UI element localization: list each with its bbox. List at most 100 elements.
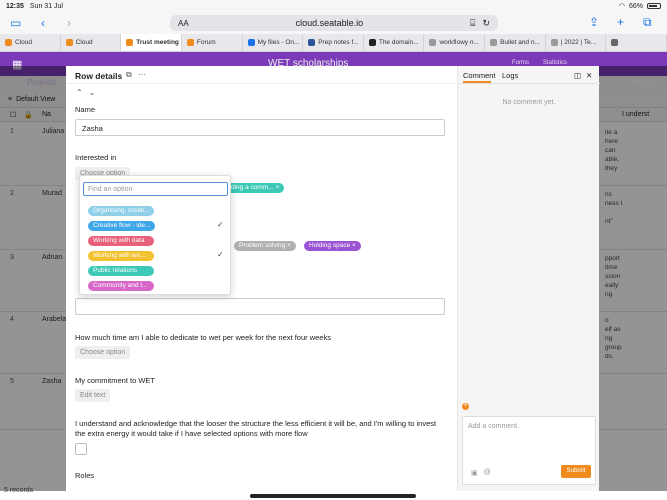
battery-percentage: 66% [628,2,643,10]
tab-favicon-icon [368,39,376,46]
dropdown-option[interactable]: Organising, creati... [80,204,230,218]
previous-row-icon[interactable]: ⌃ [76,88,89,97]
tab-favicon-icon [429,39,437,46]
dropdown-option[interactable]: Community and l... [80,279,230,293]
option-pill: Creative flow - ide... [88,221,156,231]
browser-tab[interactable]: The domain... [364,34,425,51]
tab-label: The domain... [378,39,419,46]
understand-checkbox[interactable] [75,443,87,455]
share-icon[interactable]: ⇪ [589,16,599,28]
dropdown-option[interactable]: Creative flow - ide... ✓ [80,219,230,233]
next-row-icon[interactable]: ⌄ [89,88,102,97]
browser-toolbar: ▭ ‹ › AA cloud.seatable.io ⌸ ↻ ⇪ + ⧉ [0,12,667,34]
split-view-icon[interactable]: ◫ [574,71,581,80]
tab-label: Cloud [75,39,93,46]
comment-panel-tabs: Comment Logs ◫ ✕ [458,66,600,84]
no-comment-text: No comment yet. [502,99,556,106]
url-text[interactable]: cloud.seatable.io [189,18,470,28]
more-options-icon[interactable]: ··· [138,70,146,79]
dropdown-option[interactable]: Working with wo... ✓ [80,249,230,263]
interested-selected-pill[interactable]: ding a comm... × [226,183,285,193]
tab-favicon-icon [186,39,194,46]
tab-favicon-icon [490,39,498,46]
commitment-edit-text[interactable]: Edit text [75,389,111,402]
forward-icon[interactable]: › [67,17,71,29]
hours-choose-option[interactable]: Choose option [75,346,131,359]
tab-label: | 2022 | Te... [560,39,597,46]
browser-tab[interactable]: Trust meeting [121,34,182,51]
address-bar[interactable]: AA cloud.seatable.io ⌸ ↻ [170,15,498,31]
tab-comment[interactable]: Comment [463,71,496,83]
mention-icon[interactable]: @ [484,469,491,477]
option-dropdown: Find an option Organising, creati... Crea… [79,175,231,295]
option-pill: Working with data [88,236,154,246]
comment-input[interactable]: Add a comment. ▣ @ Submit [462,416,596,485]
browser-tab[interactable] [606,34,667,51]
browser-tab[interactable]: Prep notes f... [303,34,364,51]
tab-label: Cloud [15,39,32,46]
dialog-title: Row details [75,71,123,81]
tab-label: Bullet and n... [500,39,540,46]
tab-label: workflowy n... [439,39,479,46]
skill-pill-problem-solving[interactable]: Problem solving × [234,241,296,251]
blank-field[interactable] [75,298,445,315]
image-icon[interactable]: ▣ [471,469,478,477]
row-navigation: ⌃⌄ [76,88,101,97]
wifi-icon: ◠ [618,3,625,10]
tab-label: Forum [196,39,216,46]
reader-aa-button[interactable]: AA [178,19,189,28]
browser-tab[interactable]: workflowy n... [424,34,486,51]
browser-tab[interactable]: Bullet and n... [485,34,546,51]
dropdown-option[interactable] [80,294,231,295]
understand-field-label: I understand and acknowledge that the lo… [75,419,437,438]
tab-label: Prep notes f... [318,39,359,46]
new-tab-icon[interactable]: + [617,16,624,28]
sidebar-toggle-icon[interactable]: ▭ [10,17,21,29]
back-icon[interactable]: ‹ [41,17,45,29]
add-participant-icon[interactable]: + [462,403,469,410]
option-pill: Organising, creati... [88,206,155,216]
browser-tab-bar: Cloud Cloud Trust meeting Forum My files - O… [0,34,667,52]
browser-tab[interactable]: Cloud [0,34,61,51]
name-field-label: Name [75,105,96,114]
status-bar: 12:35 Sun 31 Jul ◠ 66% [0,0,667,12]
dropdown-option[interactable]: Public relations [80,264,230,278]
tab-label: Trust meeting [136,39,179,46]
name-field[interactable]: Zasha [75,119,445,136]
comment-panel: Comment Logs ◫ ✕ No comment yet. + Add a… [457,66,600,491]
tab-favicon-icon [247,39,255,46]
tab-favicon-icon [550,39,558,46]
skill-pill-holding-space[interactable]: Holding space × [304,241,361,251]
checkmark-icon: ✓ [217,250,224,259]
roles-field-label: Roles [75,471,95,480]
copy-icon[interactable]: ⧉ [126,70,132,80]
battery-icon [647,3,661,9]
browser-tab[interactable]: | 2022 | Te... [546,34,607,51]
hours-field-label: How much time am I able to dedicate to w… [75,333,331,342]
tab-label: My files - On... [257,39,300,46]
tab-overview-icon[interactable]: ⧉ [643,16,652,28]
status-date: Sun 31 Jul [29,2,63,10]
browser-tab[interactable]: My files - On... [243,34,304,51]
tab-favicon-icon [611,39,619,46]
interested-in-label: Interested in [75,153,117,162]
option-pill: Working with wo... [88,251,154,261]
tab-favicon-icon [126,39,134,46]
browser-tab[interactable]: Forum [182,34,243,51]
submit-button[interactable]: Submit [561,465,591,478]
dialog-header: Row details ⧉ ··· [66,66,456,84]
translate-icon[interactable]: ⌸ [470,18,475,29]
tab-logs[interactable]: Logs [502,71,518,80]
browser-tab[interactable]: Cloud [61,34,122,51]
comment-placeholder: Add a comment. [468,423,519,430]
close-icon[interactable]: ✕ [586,71,592,80]
dropdown-option[interactable]: Working with data [80,234,230,248]
home-indicator [250,494,416,498]
tab-favicon-icon [65,39,73,46]
option-pill: Community and l... [88,281,154,291]
commitment-field-label: My commitment to WET [75,376,156,385]
checkmark-icon: ✓ [217,220,224,229]
find-option-input[interactable]: Find an option [83,182,228,196]
reload-icon[interactable]: ↻ [482,18,490,29]
tab-favicon-icon [5,39,12,46]
